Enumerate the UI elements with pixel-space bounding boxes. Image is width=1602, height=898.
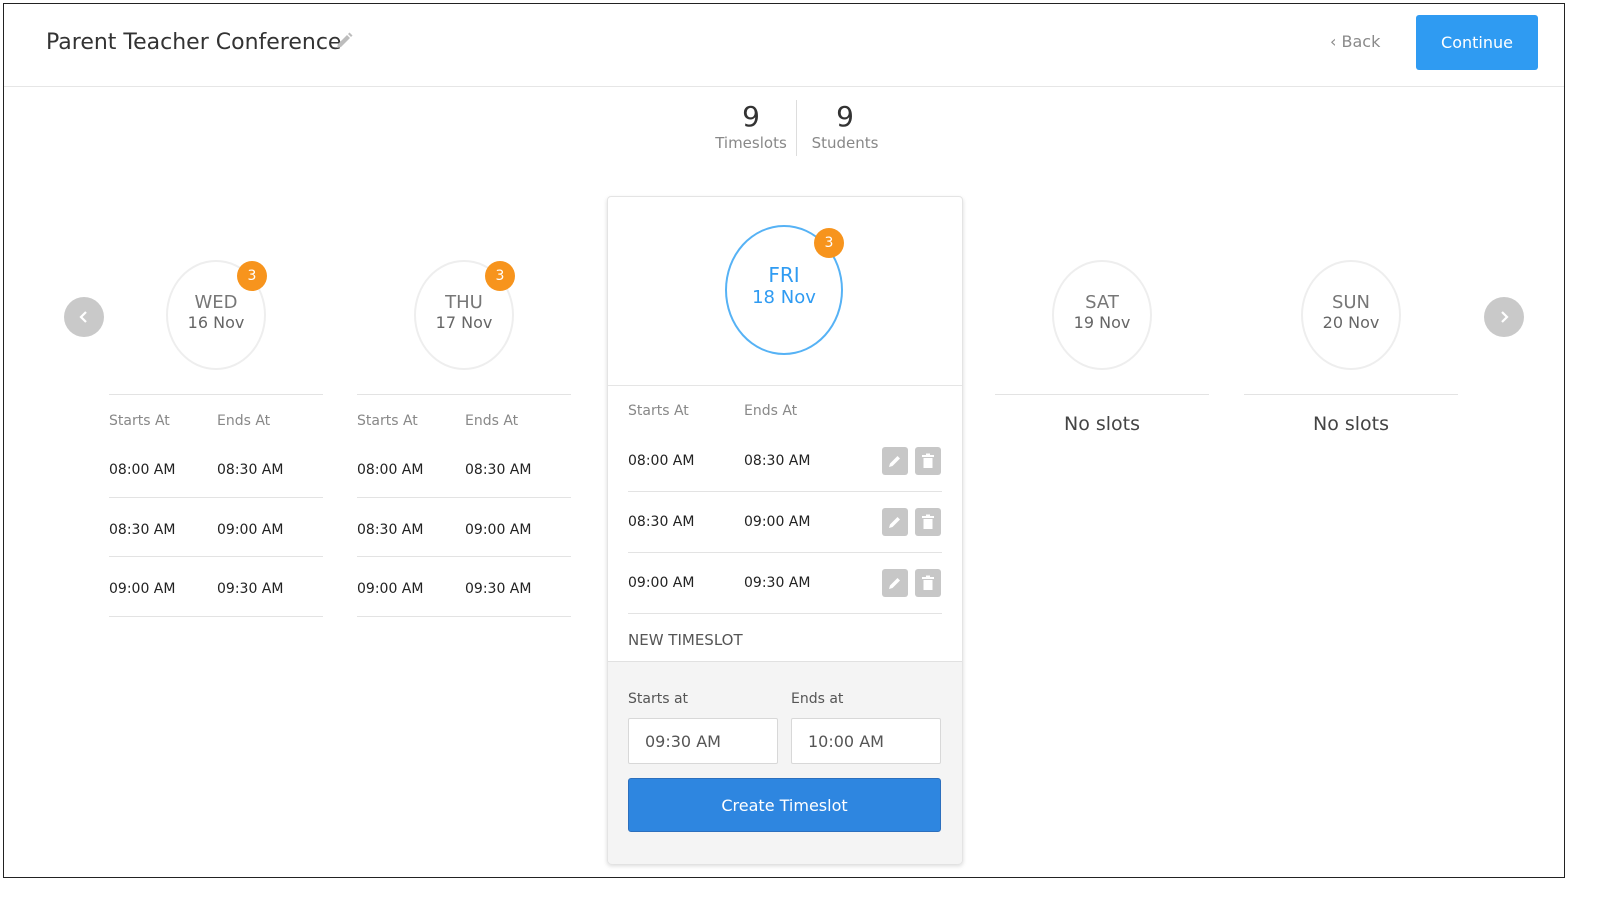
slot-end: 09:00 AM <box>217 522 284 538</box>
delete-slot-button[interactable] <box>915 569 941 597</box>
back-label: Back <box>1341 32 1381 51</box>
ends-at-header: Ends At <box>217 413 271 429</box>
day-circle[interactable]: SUN 20 Nov <box>1301 260 1401 370</box>
next-button[interactable] <box>1484 297 1524 337</box>
trash-icon <box>922 514 934 529</box>
stat-timeslots: 9 Timeslots <box>704 100 798 152</box>
divider <box>357 394 571 395</box>
create-timeslot-button[interactable]: Create Timeslot <box>628 778 941 832</box>
selected-day-card: FRI 18 Nov 3 Starts At Ends At 08:00 AM … <box>607 196 963 864</box>
starts-at-header: Starts At <box>357 413 418 429</box>
trash-icon <box>922 453 934 468</box>
divider <box>357 616 571 617</box>
slot-end: 09:00 AM <box>744 514 811 530</box>
edit-slot-button[interactable] <box>882 569 908 597</box>
prev-button[interactable] <box>64 297 104 337</box>
slot-start: 08:00 AM <box>628 453 695 469</box>
starts-at-input[interactable] <box>628 718 778 764</box>
slot-end: 08:30 AM <box>217 462 284 478</box>
slot-start: 09:00 AM <box>357 581 424 597</box>
delete-slot-button[interactable] <box>915 508 941 536</box>
stat-students: 9 Students <box>798 100 892 152</box>
slot-start: 08:30 AM <box>357 522 424 538</box>
no-slots-text: No slots <box>1312 413 1390 435</box>
slot-start: 08:00 AM <box>357 462 424 478</box>
divider <box>357 497 571 498</box>
edit-slot-button[interactable] <box>882 508 908 536</box>
slot-start: 09:00 AM <box>109 581 176 597</box>
stat-label: Students <box>811 134 879 152</box>
slot-count-badge: 3 <box>485 261 515 291</box>
edit-slot-button[interactable] <box>882 447 908 475</box>
divider <box>109 616 323 617</box>
app-frame: Parent Teacher Conference ‹ Back Continu… <box>3 3 1565 878</box>
divider <box>1244 394 1458 395</box>
pencil-icon[interactable] <box>334 31 354 51</box>
day-name: FRI <box>768 263 800 287</box>
day-date: 16 Nov <box>187 313 245 332</box>
day-name: WED <box>194 292 238 313</box>
slot-end: 09:30 AM <box>744 575 811 591</box>
slot-end: 08:30 AM <box>744 453 811 469</box>
divider <box>357 556 571 557</box>
divider <box>995 394 1209 395</box>
stat-label: Timeslots <box>715 134 787 152</box>
slot-start: 08:30 AM <box>628 514 695 530</box>
divider <box>109 497 323 498</box>
day-date: 19 Nov <box>1073 313 1131 332</box>
slot-end: 08:30 AM <box>465 462 532 478</box>
ends-at-label: Ends at <box>791 691 844 707</box>
divider <box>109 556 323 557</box>
new-timeslot-form: Starts at Ends at Create Timeslot <box>608 661 962 864</box>
page-title: Parent Teacher Conference <box>46 30 342 55</box>
slot-start: 08:30 AM <box>109 522 176 538</box>
stats: 9 Timeslots 9 Students <box>704 100 894 160</box>
stat-value: 9 <box>742 100 760 133</box>
day-date: 18 Nov <box>752 287 816 308</box>
divider <box>109 394 323 395</box>
day-date: 17 Nov <box>435 313 493 332</box>
new-timeslot-heading: NEW TIMESLOT <box>628 631 743 649</box>
day-date: 20 Nov <box>1322 313 1380 332</box>
delete-slot-button[interactable] <box>915 447 941 475</box>
trash-icon <box>922 575 934 590</box>
slot-end: 09:00 AM <box>465 522 532 538</box>
divider <box>608 385 962 386</box>
ends-at-input[interactable] <box>791 718 941 764</box>
slot-end: 09:30 AM <box>217 581 284 597</box>
starts-at-header: Starts At <box>109 413 170 429</box>
stat-value: 9 <box>836 100 854 133</box>
continue-button[interactable]: Continue <box>1416 15 1538 70</box>
slot-start: 08:00 AM <box>109 462 176 478</box>
starts-at-header: Starts At <box>628 403 689 419</box>
divider <box>628 491 942 492</box>
pencil-icon <box>889 517 900 528</box>
chevron-right-icon <box>1501 311 1509 323</box>
slot-end: 09:30 AM <box>465 581 532 597</box>
header: Parent Teacher Conference ‹ Back Continu… <box>4 4 1564 87</box>
day-circle[interactable]: SAT 19 Nov <box>1052 260 1152 370</box>
no-slots-text: No slots <box>1063 413 1141 435</box>
slot-start: 09:00 AM <box>628 575 695 591</box>
day-name: SAT <box>1085 292 1119 313</box>
day-name: THU <box>445 292 483 313</box>
ends-at-header: Ends At <box>465 413 519 429</box>
pencil-icon <box>889 578 900 589</box>
ends-at-header: Ends At <box>744 403 798 419</box>
divider <box>628 613 942 614</box>
chevron-left-icon: ‹ <box>1330 32 1337 51</box>
divider <box>628 552 942 553</box>
slot-count-badge: 3 <box>237 261 267 291</box>
starts-at-label: Starts at <box>628 691 689 707</box>
pencil-icon <box>889 456 900 467</box>
slot-count-badge: 3 <box>814 228 844 258</box>
back-button[interactable]: ‹ Back <box>1330 32 1380 51</box>
stat-divider <box>796 100 797 156</box>
chevron-left-icon <box>79 311 87 323</box>
day-name: SUN <box>1331 292 1371 313</box>
